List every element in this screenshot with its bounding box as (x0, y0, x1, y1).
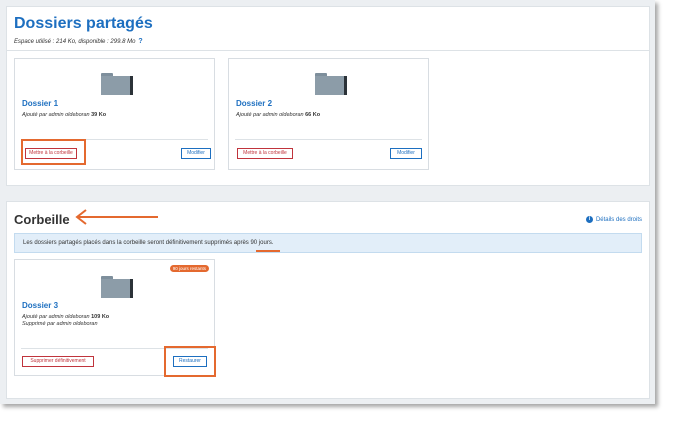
move-to-trash-button[interactable]: Mettre à la corbeille (237, 148, 293, 159)
folder-meta: Ajouté par admin oldeboran 109 Ko (22, 314, 110, 320)
folder-meta: Ajouté par admin oldeboran 39 Ko (22, 112, 107, 118)
trash-title: Corbeille (14, 212, 70, 227)
storage-usage: Espace utilisé : 214 Ko, disponible : 29… (14, 38, 143, 45)
help-icon[interactable]: ? (138, 38, 142, 45)
card-divider (235, 139, 422, 140)
folder-name[interactable]: Dossier 2 (236, 99, 272, 108)
modify-button[interactable]: Modifier (181, 148, 211, 159)
folder-size: 39 Ko (91, 112, 107, 118)
folder-meta: Ajouté par admin oldeboran 66 Ko (236, 112, 321, 118)
folder-card[interactable]: Dossier 2 Ajouté par admin oldeboran 66 … (228, 58, 429, 170)
divider (7, 50, 649, 51)
folder-name[interactable]: Dossier 3 (22, 301, 58, 310)
trash-info-banner: Les dossiers partagés placés dans la cor… (14, 233, 642, 253)
shared-folders-panel: Dossiers partagés Espace utilisé : 214 K… (6, 6, 650, 186)
trash-panel: Corbeille i Détails des droits Les dossie… (6, 201, 650, 399)
info-icon: i (585, 216, 593, 223)
folder-icon (315, 73, 347, 95)
days-remaining-badge: 90 jours restants (169, 265, 209, 272)
highlight-underline (256, 250, 280, 252)
highlight-box (21, 139, 86, 165)
retention-days: 90 jours (250, 240, 272, 246)
folder-icon (101, 73, 133, 95)
folder-size: 109 Ko (91, 314, 110, 320)
highlight-box (164, 346, 216, 377)
delete-permanently-button[interactable]: Supprimer définitivement (22, 356, 94, 367)
folder-icon (101, 276, 133, 298)
modify-button[interactable]: Modifier (390, 148, 422, 159)
deleted-by: Supprimé par admin oldeboran (22, 321, 98, 327)
page-title: Dossiers partagés (14, 15, 153, 32)
folder-size: 66 Ko (305, 112, 321, 118)
folder-name[interactable]: Dossier 1 (22, 99, 58, 108)
rights-details-link[interactable]: i Détails des droits (585, 216, 642, 223)
arrow-left-icon (75, 209, 158, 225)
app-window: Dossiers partagés Espace utilisé : 214 K… (0, 0, 655, 404)
